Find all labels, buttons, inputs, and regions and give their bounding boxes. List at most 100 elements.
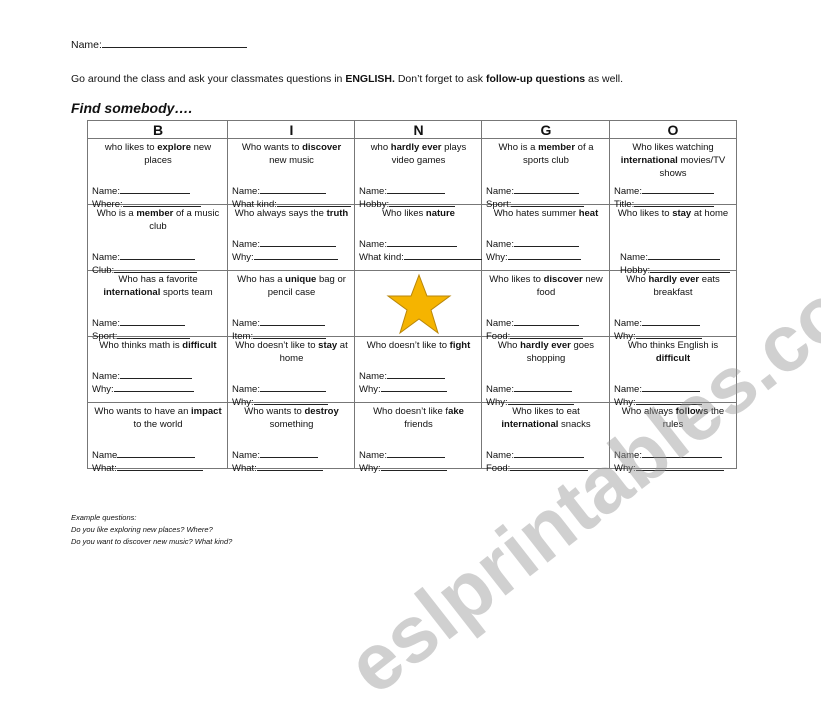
- answer-blank[interactable]: [117, 447, 196, 458]
- answer-blank[interactable]: [510, 460, 589, 471]
- bingo-cell: Who is a member of a sports club Name: Spo…: [482, 139, 610, 210]
- answer-blank[interactable]: [119, 183, 190, 194]
- answer-blank[interactable]: [113, 381, 194, 392]
- keyword: difficult: [655, 353, 691, 364]
- answer-blank[interactable]: [380, 381, 447, 392]
- bingo-cell: Who has a favorite international sports …: [88, 271, 228, 342]
- answer-blank[interactable]: [119, 249, 195, 260]
- bingo-cell: Who wants to destroy something Name: What:: [228, 403, 355, 474]
- question-text: Who hates summer: [493, 208, 579, 219]
- answer-blank[interactable]: [403, 249, 482, 260]
- answer-field-whatkind[interactable]: What kind:: [359, 249, 482, 264]
- bingo-cell: Who likes to stay at home Name: Hobby:: [610, 205, 736, 276]
- cell-question: Who thinks math is difficult: [92, 339, 224, 352]
- answer-field-why[interactable]: Why:: [232, 249, 338, 264]
- answer-blank[interactable]: [259, 183, 326, 194]
- question-text: Who likes to eat: [512, 406, 580, 417]
- answer-blank[interactable]: [259, 236, 336, 247]
- answer-blank[interactable]: [641, 183, 714, 194]
- bingo-cell: Who wants to have an impact to the world…: [88, 403, 228, 474]
- answer-blank[interactable]: [513, 315, 579, 326]
- bingo-cell: Who thinks math is difficult Name: Why:: [88, 337, 228, 403]
- question-text: Who: [497, 340, 521, 351]
- answer-blank[interactable]: [513, 447, 584, 458]
- answer-field-why[interactable]: Why:: [359, 381, 447, 396]
- cell-question: Who always follows the rules: [614, 405, 732, 431]
- cell-question: Who likes to stay at home: [614, 207, 732, 220]
- bingo-cell: Who always says the truth Name: Why:: [228, 205, 355, 271]
- answer-blank[interactable]: [513, 381, 572, 392]
- field-label: What:: [92, 463, 117, 474]
- bingo-cell: Who doesn’t like fake friends Name: Why:: [355, 403, 482, 474]
- bingo-grid: B I N G Owho likes to explore new places Name…: [87, 120, 737, 474]
- answer-blank[interactable]: [507, 249, 581, 260]
- question-text: at home: [691, 208, 729, 219]
- answer-blank[interactable]: [259, 381, 326, 392]
- keyword: unique: [285, 274, 317, 285]
- bingo-cell: Who hardly ever eats breakfast Name: Why:: [610, 271, 736, 342]
- keyword: international: [103, 287, 161, 298]
- answer-blank[interactable]: [386, 447, 445, 458]
- bingo-cell: Who wants to discover new music Name: What…: [228, 139, 355, 210]
- answer-blank[interactable]: [513, 236, 579, 247]
- answer-blank[interactable]: [386, 183, 445, 194]
- question-text: friends: [404, 419, 433, 430]
- name-label: Name:: [71, 39, 102, 51]
- keyword: ake: [448, 406, 464, 417]
- keyword: stay: [318, 340, 338, 351]
- question-text: Who doesn’t like to: [235, 340, 319, 351]
- question-text: Who likes to: [489, 274, 544, 285]
- answer-field-why[interactable]: Why:: [92, 381, 194, 396]
- answer-field-what[interactable]: What:: [92, 460, 203, 475]
- answer-field-food[interactable]: Food:: [486, 460, 589, 475]
- student-name-field[interactable]: Name:: [71, 37, 247, 51]
- keyword: international: [501, 419, 559, 430]
- name-blank[interactable]: [101, 37, 247, 48]
- answer-blank[interactable]: [256, 460, 323, 471]
- bingo-cell: Who has a unique bag or pencil case Name:…: [228, 271, 355, 342]
- answer-blank[interactable]: [641, 447, 722, 458]
- answer-blank[interactable]: [119, 315, 185, 326]
- field-label: What kind:: [359, 252, 404, 263]
- cell-question: Who thinks English is difficult: [614, 339, 732, 365]
- column-header-i: I: [228, 121, 355, 139]
- answer-blank[interactable]: [259, 447, 318, 458]
- keyword: fight: [449, 340, 471, 351]
- answer-blank[interactable]: [635, 460, 724, 471]
- question-text: Who thinks English is: [627, 340, 719, 351]
- answer-blank[interactable]: [119, 368, 192, 379]
- keyword: difficult: [182, 340, 217, 351]
- answer-blank[interactable]: [253, 249, 338, 260]
- cell-question: Who has a favorite international sports …: [92, 273, 224, 299]
- answer-blank[interactable]: [386, 236, 457, 247]
- bingo-cell: Who hates summer heat Name: Why:: [482, 205, 610, 271]
- cell-question: who hardly ever plays video games: [359, 141, 478, 167]
- answer-blank[interactable]: [380, 460, 447, 471]
- answer-field-why[interactable]: Why:: [614, 460, 724, 475]
- question-text: Who wants to: [244, 406, 305, 417]
- bingo-cell: Who likes to eat international snacks Nam…: [482, 403, 610, 474]
- answer-blank[interactable]: [647, 249, 720, 260]
- answer-blank[interactable]: [386, 368, 445, 379]
- question-text: Who wants to have an: [94, 406, 191, 417]
- answer-field-why[interactable]: Why:: [359, 460, 447, 475]
- field-label: Food:: [486, 463, 511, 474]
- instruction-text: ENGLISH.: [345, 73, 395, 85]
- question-text: who likes to: [104, 142, 158, 153]
- answer-blank[interactable]: [641, 381, 700, 392]
- cell-question: Who has a unique bag or pencil case: [232, 273, 351, 299]
- field-label: Why:: [92, 384, 114, 395]
- question-text: sports team: [160, 287, 213, 298]
- answer-blank[interactable]: [116, 460, 203, 471]
- instruction-text: as well.: [585, 73, 624, 85]
- answer-blank[interactable]: [641, 315, 700, 326]
- answer-field-why[interactable]: Why:: [486, 249, 581, 264]
- star-icon: [386, 273, 452, 335]
- answer-blank[interactable]: [513, 183, 579, 194]
- question-text: Who doesn’t like f: [373, 406, 449, 417]
- cell-question: Who doesn’t like fake friends: [359, 405, 478, 431]
- answer-blank[interactable]: [259, 315, 325, 326]
- keyword: member: [136, 208, 174, 219]
- keyword: explore: [157, 142, 191, 153]
- answer-field-what[interactable]: What:: [232, 460, 323, 475]
